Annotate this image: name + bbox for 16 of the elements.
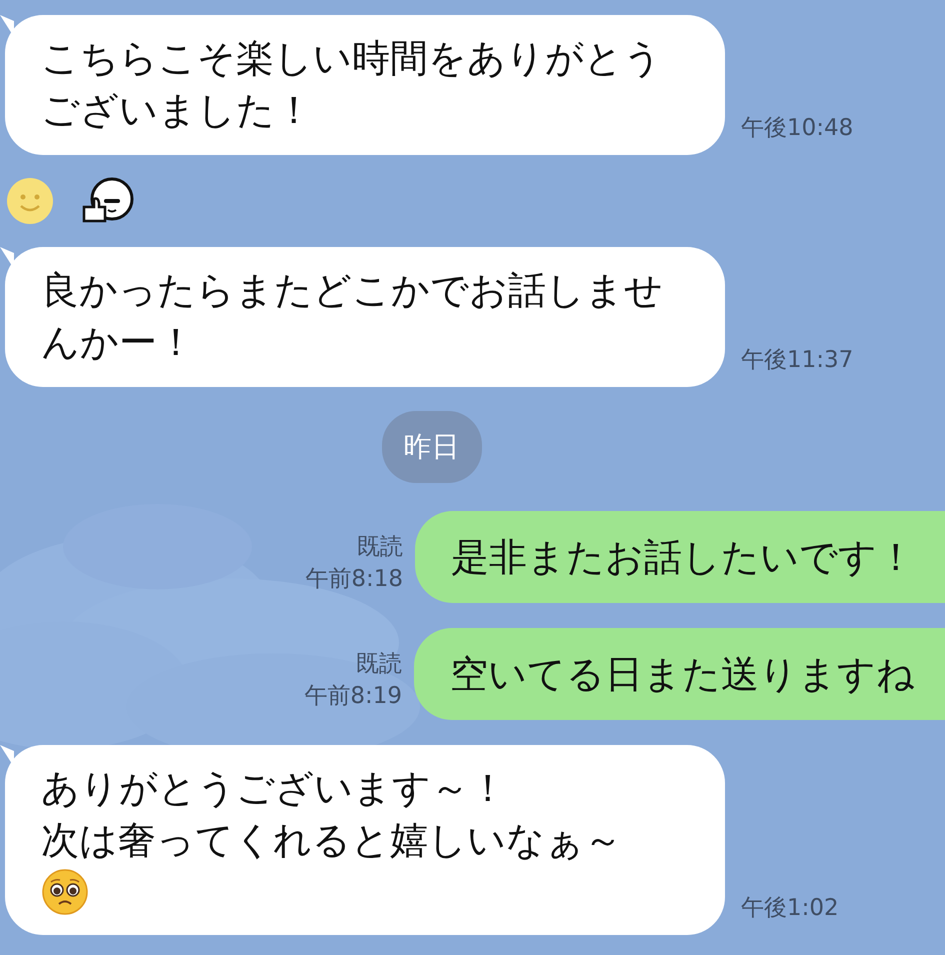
message-time: 午前8:18 [305, 565, 403, 594]
pleading-emoji-icon [41, 868, 89, 916]
read-receipt: 既読 [357, 533, 403, 562]
message-text: 良かったらまたどこかでお話しませんかー！ [41, 267, 664, 366]
message-time: 午後1:02 [741, 894, 839, 923]
message-text: ありがとうございます～！ [41, 765, 508, 812]
message-text: こちらこそ楽しい時間をありがとうございました！ [41, 35, 663, 134]
date-divider: 昨日 [382, 411, 482, 483]
message-text: 次は奢ってくれると嬉しいなぁ～ [41, 817, 623, 864]
read-receipt: 既読 [356, 650, 402, 679]
message-time: 午後10:48 [741, 114, 854, 143]
message-text: 是非またお話したいです！ [451, 534, 915, 581]
message-time: 午後11:37 [741, 346, 854, 375]
thumbs-up-sticker-icon[interactable] [80, 177, 136, 225]
message-time: 午前8:19 [304, 682, 402, 711]
message-text: 空いてる日また送りますね [450, 651, 915, 698]
